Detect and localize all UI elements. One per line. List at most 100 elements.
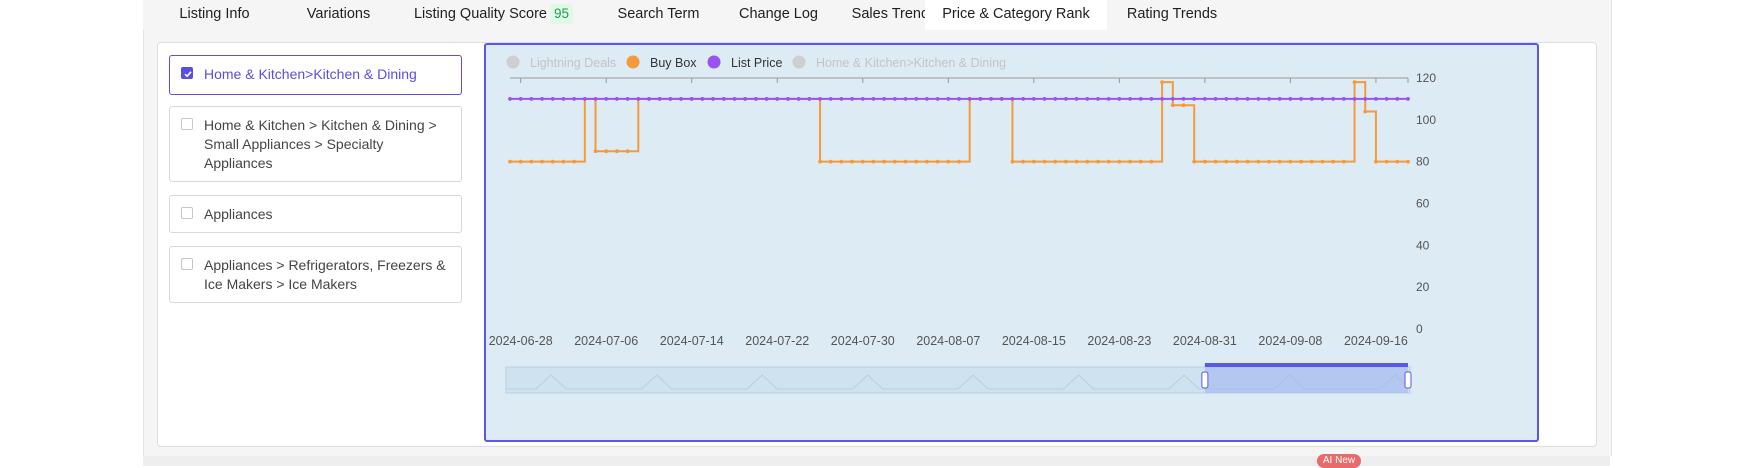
data-point bbox=[1074, 159, 1079, 164]
y-tick-label: 60 bbox=[1416, 197, 1430, 211]
data-point bbox=[743, 97, 748, 101]
data-point bbox=[1202, 97, 1207, 101]
data-point bbox=[818, 97, 822, 101]
data-point bbox=[1106, 97, 1111, 101]
data-point bbox=[1245, 97, 1250, 101]
tab-rating-trends[interactable]: Rating Trends bbox=[1107, 0, 1237, 30]
data-point bbox=[1170, 103, 1175, 108]
legend-label[interactable]: Buy Box bbox=[650, 56, 697, 70]
data-point bbox=[1160, 80, 1165, 85]
data-point bbox=[1138, 159, 1143, 164]
data-point bbox=[925, 97, 929, 101]
tab-listing-info[interactable]: Listing Info bbox=[143, 0, 286, 30]
data-point bbox=[1363, 109, 1368, 114]
tab-change-log[interactable]: Change Log bbox=[721, 0, 836, 30]
tab-label: Search Term bbox=[617, 6, 700, 22]
data-point bbox=[1320, 159, 1325, 164]
data-point bbox=[1245, 159, 1250, 164]
legend-marker[interactable] bbox=[792, 55, 806, 69]
data-point bbox=[604, 149, 609, 154]
data-point bbox=[572, 159, 577, 164]
data-point bbox=[1331, 97, 1336, 101]
legend-marker[interactable] bbox=[506, 55, 520, 69]
data-point bbox=[593, 149, 598, 154]
tab-label: Change Log bbox=[738, 6, 818, 22]
data-point bbox=[1106, 159, 1111, 164]
data-point bbox=[540, 97, 544, 101]
data-point bbox=[1224, 159, 1229, 164]
data-point bbox=[882, 97, 887, 101]
data-point bbox=[1213, 97, 1218, 101]
checkbox-icon[interactable] bbox=[181, 118, 193, 130]
data-point bbox=[1085, 159, 1090, 164]
legend-marker[interactable] bbox=[707, 55, 721, 69]
data-point bbox=[582, 97, 587, 101]
data-point bbox=[850, 159, 854, 164]
y-tick-label: 80 bbox=[1416, 155, 1430, 169]
checkbox-checked-icon[interactable] bbox=[181, 67, 193, 79]
x-tick-label: 2024-07-22 bbox=[745, 334, 809, 348]
y-tick-label: 120 bbox=[1416, 71, 1436, 85]
tab-label: Price & Category Rank bbox=[942, 6, 1090, 22]
checkbox-icon[interactable] bbox=[181, 207, 193, 219]
data-point bbox=[1331, 159, 1336, 164]
data-point bbox=[1395, 159, 1400, 164]
legend-marker[interactable] bbox=[626, 55, 640, 69]
data-point bbox=[1235, 159, 1239, 164]
data-point bbox=[1042, 159, 1047, 164]
category-option-3[interactable]: Appliances bbox=[169, 195, 462, 233]
data-point bbox=[786, 97, 790, 101]
data-point bbox=[978, 97, 983, 101]
data-point bbox=[732, 97, 737, 101]
x-tick-label: 2024-09-08 bbox=[1258, 334, 1322, 348]
data-point bbox=[989, 97, 993, 101]
data-point bbox=[508, 159, 512, 164]
category-option-2[interactable]: Home & Kitchen > Kitchen & Dining > Smal… bbox=[169, 106, 462, 182]
data-point bbox=[1149, 97, 1154, 101]
data-point bbox=[892, 97, 897, 101]
data-point bbox=[1374, 159, 1378, 164]
data-point bbox=[871, 159, 876, 164]
x-tick-label: 2024-08-23 bbox=[1087, 334, 1151, 348]
data-point bbox=[764, 97, 769, 101]
data-point bbox=[1235, 97, 1239, 101]
legend-label[interactable]: Home & Kitchen>Kitchen & Dining bbox=[816, 56, 1006, 70]
y-tick-label: 40 bbox=[1416, 238, 1430, 252]
data-point bbox=[1320, 97, 1325, 101]
tab-listing-quality-score[interactable]: Listing Quality Score 95 bbox=[391, 0, 596, 30]
data-zoom-top-bar[interactable] bbox=[1204, 363, 1408, 367]
bottom-bar bbox=[143, 456, 1610, 466]
data-point bbox=[967, 97, 972, 101]
data-point bbox=[1406, 97, 1410, 101]
data-point bbox=[1341, 159, 1346, 164]
tab-variations[interactable]: Variations bbox=[286, 0, 391, 30]
category-label: Home & Kitchen > Kitchen & Dining > Smal… bbox=[204, 117, 437, 171]
data-point bbox=[1053, 97, 1058, 101]
checkbox-icon[interactable] bbox=[181, 258, 193, 270]
data-point bbox=[818, 159, 822, 164]
data-point bbox=[860, 159, 865, 164]
data-point bbox=[679, 97, 683, 101]
data-point bbox=[1363, 97, 1368, 101]
data-zoom-left-handle[interactable] bbox=[1201, 371, 1209, 389]
data-point bbox=[625, 97, 630, 101]
data-point bbox=[1096, 159, 1100, 164]
data-point bbox=[1213, 159, 1218, 164]
data-point bbox=[1031, 97, 1036, 101]
category-option-4[interactable]: Appliances > Refrigerators, Freezers & I… bbox=[169, 246, 462, 303]
tab-search-term[interactable]: Search Term bbox=[596, 0, 721, 30]
data-zoom-right-handle[interactable] bbox=[1404, 371, 1412, 389]
data-point bbox=[615, 97, 619, 101]
data-point bbox=[1202, 159, 1207, 164]
category-option-1[interactable]: Home & Kitchen>Kitchen & Dining bbox=[169, 55, 462, 95]
legend-label[interactable]: List Price bbox=[731, 56, 782, 70]
y-tick-label: 20 bbox=[1416, 280, 1430, 294]
data-point bbox=[1288, 159, 1293, 164]
data-point bbox=[572, 97, 577, 101]
data-point bbox=[1128, 97, 1132, 101]
data-zoom-window[interactable] bbox=[1204, 367, 1408, 393]
legend-label[interactable]: Lightning Deals bbox=[530, 56, 616, 70]
data-point bbox=[508, 97, 512, 101]
tab-price-category-rank[interactable]: Price & Category Rank bbox=[925, 0, 1107, 30]
data-point bbox=[1170, 97, 1175, 101]
